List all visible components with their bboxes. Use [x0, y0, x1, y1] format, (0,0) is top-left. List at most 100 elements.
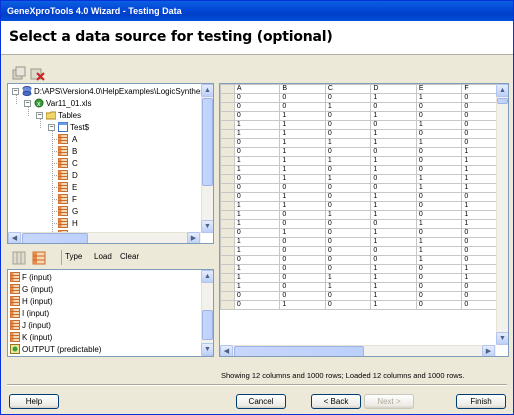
- row-header[interactable]: [220, 264, 235, 274]
- row-header[interactable]: [220, 183, 235, 193]
- table-row[interactable]: 000011: [220, 183, 508, 193]
- row-header[interactable]: [220, 201, 235, 211]
- next-button[interactable]: Next >: [364, 394, 414, 409]
- tree-horizontal-scrollbar[interactable]: ◀ ▶: [8, 232, 201, 243]
- table-cell[interactable]: 1: [370, 156, 417, 166]
- table-row[interactable]: 110101: [220, 165, 508, 175]
- scroll-down-icon[interactable]: ▼: [201, 343, 213, 356]
- table-cell[interactable]: 0: [233, 93, 281, 103]
- table-cell[interactable]: 0: [415, 111, 463, 121]
- remove-data-source-icon[interactable]: [29, 65, 45, 81]
- table-cell[interactable]: 0: [324, 228, 372, 238]
- collapse-icon[interactable]: −: [48, 124, 55, 131]
- table-row[interactable]: 010100: [220, 192, 508, 202]
- table-cell[interactable]: 0: [279, 264, 326, 274]
- scroll-thumb[interactable]: [234, 346, 364, 356]
- table-row[interactable]: 100011: [220, 219, 508, 229]
- table-cell[interactable]: 0: [233, 111, 281, 121]
- scroll-thumb[interactable]: [497, 98, 508, 104]
- load-button[interactable]: Load: [94, 252, 112, 261]
- table-cell[interactable]: 1: [324, 282, 372, 292]
- table-cell[interactable]: 1: [233, 282, 281, 292]
- scroll-up-icon[interactable]: ▲: [201, 84, 213, 97]
- column-header[interactable]: D: [370, 84, 417, 94]
- table-cell[interactable]: 1: [370, 282, 417, 292]
- table-cell[interactable]: 1: [279, 174, 326, 184]
- table-cell[interactable]: 1: [279, 201, 326, 211]
- scroll-right-icon[interactable]: ▶: [482, 345, 495, 356]
- table-row[interactable]: 000100: [220, 291, 508, 301]
- table-cell[interactable]: 1: [370, 273, 417, 283]
- table-cell[interactable]: 1: [233, 210, 281, 220]
- table-cell[interactable]: 1: [370, 228, 417, 238]
- table-cell[interactable]: 1: [324, 102, 372, 112]
- help-button[interactable]: Help: [9, 394, 59, 409]
- tree-vertical-scrollbar[interactable]: ▲ ▼: [201, 84, 213, 233]
- row-header[interactable]: [220, 174, 235, 184]
- table-cell[interactable]: 1: [233, 165, 281, 175]
- table-cell[interactable]: 1: [233, 246, 281, 256]
- table-cell[interactable]: 1: [279, 192, 326, 202]
- table-cell[interactable]: 1: [324, 156, 372, 166]
- table-row[interactable]: 101101: [220, 210, 508, 220]
- table-cell[interactable]: 0: [370, 174, 417, 184]
- table-cell[interactable]: 1: [324, 210, 372, 220]
- table-cell[interactable]: 1: [415, 138, 463, 148]
- table-cell[interactable]: 0: [415, 165, 463, 175]
- table-cell[interactable]: 1: [370, 210, 417, 220]
- table-cell[interactable]: 0: [370, 183, 417, 193]
- scroll-down-icon[interactable]: ▼: [496, 332, 508, 345]
- finish-button[interactable]: Finish: [456, 394, 506, 409]
- column-header[interactable]: B: [279, 84, 326, 94]
- table-row[interactable]: 011110: [220, 138, 508, 148]
- row-header[interactable]: [220, 255, 235, 265]
- back-button[interactable]: < Back: [311, 394, 361, 409]
- table-cell[interactable]: 0: [370, 120, 417, 130]
- table-cell[interactable]: 1: [233, 120, 281, 130]
- row-header[interactable]: [220, 282, 235, 292]
- table-cell[interactable]: 0: [324, 246, 372, 256]
- table-row[interactable]: 100110: [220, 237, 508, 247]
- row-header[interactable]: [220, 228, 235, 238]
- table-cell[interactable]: 0: [415, 201, 463, 211]
- grid-horizontal-scrollbar[interactable]: ◀ ▶: [220, 345, 496, 356]
- row-header[interactable]: [220, 138, 235, 148]
- table-cell[interactable]: 0: [415, 282, 463, 292]
- table-cell[interactable]: 0: [279, 255, 326, 265]
- table-cell[interactable]: 0: [370, 219, 417, 229]
- table-cell[interactable]: 0: [324, 165, 372, 175]
- table-row[interactable]: 001000: [220, 102, 508, 112]
- row-header[interactable]: [220, 93, 235, 103]
- table-cell[interactable]: 0: [279, 273, 326, 283]
- table-cell[interactable]: 0: [415, 264, 463, 274]
- table-cell[interactable]: 1: [233, 237, 281, 247]
- column-header[interactable]: A: [233, 84, 281, 94]
- row-header[interactable]: [220, 192, 235, 202]
- scroll-down-icon[interactable]: ▼: [201, 220, 213, 233]
- table-cell[interactable]: 0: [324, 120, 372, 130]
- table-row[interactable]: 010100: [220, 300, 508, 310]
- data-source-tree[interactable]: − D:\APS\Version4.0\HelpExamples\LogicSy…: [7, 83, 214, 244]
- scroll-thumb[interactable]: [202, 98, 213, 186]
- table-cell[interactable]: 0: [233, 228, 281, 238]
- table-cell[interactable]: 1: [279, 165, 326, 175]
- table-cell[interactable]: 0: [324, 264, 372, 274]
- table-cell[interactable]: 1: [233, 273, 281, 283]
- table-row[interactable]: 000110: [220, 93, 508, 103]
- table-cell[interactable]: 0: [324, 147, 372, 157]
- row-header[interactable]: [220, 111, 235, 121]
- table-cell[interactable]: 0: [415, 156, 463, 166]
- row-header[interactable]: [220, 237, 235, 247]
- table-cell[interactable]: 1: [370, 138, 417, 148]
- scroll-right-icon[interactable]: ▶: [187, 232, 200, 243]
- table-cell[interactable]: 0: [370, 147, 417, 157]
- table-cell[interactable]: 1: [279, 120, 326, 130]
- collapse-icon[interactable]: −: [24, 100, 31, 107]
- table-cell[interactable]: 0: [233, 174, 281, 184]
- table-row[interactable]: 110101: [220, 201, 508, 211]
- scroll-up-icon[interactable]: ▲: [496, 84, 508, 97]
- table-cell[interactable]: 1: [370, 192, 417, 202]
- table-cell[interactable]: 0: [233, 147, 281, 157]
- table-cell[interactable]: 0: [233, 192, 281, 202]
- collapse-icon[interactable]: −: [12, 88, 19, 95]
